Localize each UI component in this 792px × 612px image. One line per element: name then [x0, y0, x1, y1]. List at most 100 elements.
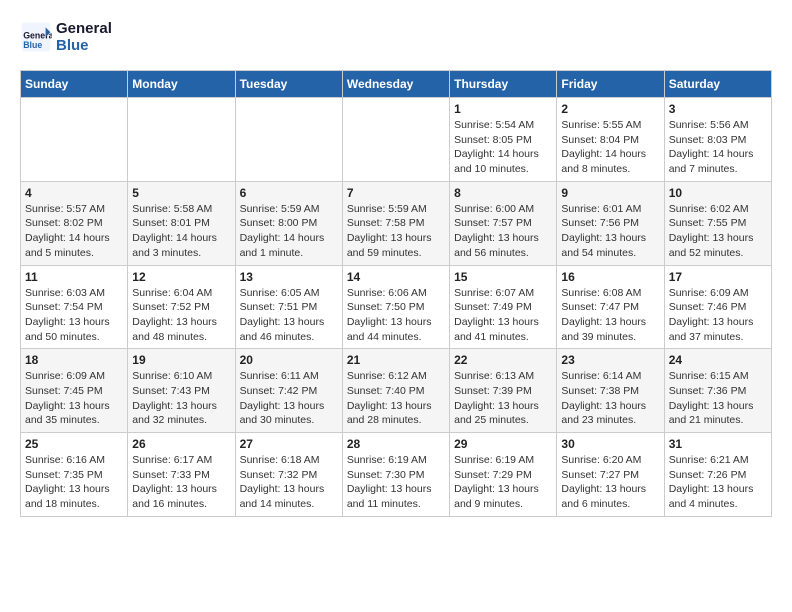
calendar-week-5: 25 Sunrise: 6:16 AM Sunset: 7:35 PM Dayli… [21, 433, 772, 517]
day-number: 30 [561, 437, 659, 451]
day-number: 14 [347, 270, 445, 284]
day-info: Sunrise: 6:01 AM Sunset: 7:56 PM Dayligh… [561, 202, 659, 261]
day-info: Sunrise: 5:57 AM Sunset: 8:02 PM Dayligh… [25, 202, 123, 261]
day-info: Sunrise: 6:18 AM Sunset: 7:32 PM Dayligh… [240, 453, 338, 512]
calendar-cell: 19Sunrise: 6:10 AM Sunset: 7:43 PM Dayli… [128, 349, 235, 433]
day-info: Sunrise: 6:05 AM Sunset: 7:51 PM Dayligh… [240, 286, 338, 345]
svg-text:Blue: Blue [23, 40, 42, 50]
day-number: 15 [454, 270, 552, 284]
calendar-cell: 17Sunrise: 6:09 AM Sunset: 7:46 PM Dayli… [664, 265, 771, 349]
day-number: 25 [25, 437, 123, 451]
day-number: 5 [132, 186, 230, 200]
day-info: Sunrise: 6:16 AM Sunset: 7:35 PM Dayligh… [25, 453, 123, 512]
calendar-header-row: SundayMondayTuesdayWednesdayThursdayFrid… [21, 71, 772, 98]
calendar-cell [128, 98, 235, 182]
logo-general: General [56, 20, 112, 37]
day-info: Sunrise: 6:00 AM Sunset: 7:57 PM Dayligh… [454, 202, 552, 261]
day-number: 21 [347, 353, 445, 367]
day-info: Sunrise: 5:54 AM Sunset: 8:05 PM Dayligh… [454, 118, 552, 177]
day-number: 28 [347, 437, 445, 451]
day-number: 7 [347, 186, 445, 200]
day-info: Sunrise: 6:19 AM Sunset: 7:30 PM Dayligh… [347, 453, 445, 512]
calendar-header-saturday: Saturday [664, 71, 771, 98]
logo: General Blue General Blue [20, 20, 112, 54]
day-number: 2 [561, 102, 659, 116]
calendar-cell: 2 Sunrise: 5:55 AM Sunset: 8:04 PM Daylig… [557, 98, 664, 182]
day-info: Sunrise: 6:08 AM Sunset: 7:47 PM Dayligh… [561, 286, 659, 345]
calendar-header-sunday: Sunday [21, 71, 128, 98]
calendar-header-thursday: Thursday [450, 71, 557, 98]
day-number: 10 [669, 186, 767, 200]
calendar-header-monday: Monday [128, 71, 235, 98]
calendar-header-wednesday: Wednesday [342, 71, 449, 98]
calendar-cell: 29Sunrise: 6:19 AM Sunset: 7:29 PM Dayli… [450, 433, 557, 517]
calendar-cell: 6Sunrise: 5:59 AM Sunset: 8:00 PM Daylig… [235, 181, 342, 265]
calendar-cell: 10 Sunrise: 6:02 AM Sunset: 7:55 PM Dayli… [664, 181, 771, 265]
day-number: 31 [669, 437, 767, 451]
day-info: Sunrise: 6:11 AM Sunset: 7:42 PM Dayligh… [240, 369, 338, 428]
day-number: 3 [669, 102, 767, 116]
calendar-cell: 1 Sunrise: 5:54 AM Sunset: 8:05 PM Daylig… [450, 98, 557, 182]
calendar-week-4: 18Sunrise: 6:09 AM Sunset: 7:45 PM Dayli… [21, 349, 772, 433]
calendar-cell: 30 Sunrise: 6:20 AM Sunset: 7:27 PM Dayli… [557, 433, 664, 517]
day-info: Sunrise: 6:13 AM Sunset: 7:39 PM Dayligh… [454, 369, 552, 428]
calendar-cell: 15Sunrise: 6:07 AM Sunset: 7:49 PM Dayli… [450, 265, 557, 349]
day-info: Sunrise: 6:09 AM Sunset: 7:45 PM Dayligh… [25, 369, 123, 428]
day-info: Sunrise: 6:03 AM Sunset: 7:54 PM Dayligh… [25, 286, 123, 345]
calendar-cell: 31 Sunrise: 6:21 AM Sunset: 7:26 PM Dayli… [664, 433, 771, 517]
calendar-cell: 24 Sunrise: 6:15 AM Sunset: 7:36 PM Dayli… [664, 349, 771, 433]
calendar-cell: 12 Sunrise: 6:04 AM Sunset: 7:52 PM Dayli… [128, 265, 235, 349]
page-header: General Blue General Blue [20, 20, 772, 54]
calendar-cell: 7 Sunrise: 5:59 AM Sunset: 7:58 PM Daylig… [342, 181, 449, 265]
day-info: Sunrise: 5:56 AM Sunset: 8:03 PM Dayligh… [669, 118, 767, 177]
day-info: Sunrise: 6:04 AM Sunset: 7:52 PM Dayligh… [132, 286, 230, 345]
calendar-header-tuesday: Tuesday [235, 71, 342, 98]
calendar-week-3: 11 Sunrise: 6:03 AM Sunset: 7:54 PM Dayli… [21, 265, 772, 349]
calendar-cell: 11 Sunrise: 6:03 AM Sunset: 7:54 PM Dayli… [21, 265, 128, 349]
calendar-cell [342, 98, 449, 182]
calendar-cell: 26Sunrise: 6:17 AM Sunset: 7:33 PM Dayli… [128, 433, 235, 517]
day-info: Sunrise: 6:12 AM Sunset: 7:40 PM Dayligh… [347, 369, 445, 428]
calendar-table: SundayMondayTuesdayWednesdayThursdayFrid… [20, 70, 772, 517]
day-info: Sunrise: 6:20 AM Sunset: 7:27 PM Dayligh… [561, 453, 659, 512]
day-info: Sunrise: 6:14 AM Sunset: 7:38 PM Dayligh… [561, 369, 659, 428]
calendar-cell: 3 Sunrise: 5:56 AM Sunset: 8:03 PM Daylig… [664, 98, 771, 182]
day-info: Sunrise: 6:02 AM Sunset: 7:55 PM Dayligh… [669, 202, 767, 261]
calendar-cell: 27Sunrise: 6:18 AM Sunset: 7:32 PM Dayli… [235, 433, 342, 517]
calendar-week-2: 4 Sunrise: 5:57 AM Sunset: 8:02 PM Daylig… [21, 181, 772, 265]
calendar-week-1: 1 Sunrise: 5:54 AM Sunset: 8:05 PM Daylig… [21, 98, 772, 182]
day-info: Sunrise: 5:59 AM Sunset: 7:58 PM Dayligh… [347, 202, 445, 261]
day-number: 19 [132, 353, 230, 367]
day-number: 23 [561, 353, 659, 367]
day-number: 24 [669, 353, 767, 367]
logo-blue: Blue [56, 37, 89, 54]
day-number: 13 [240, 270, 338, 284]
calendar-cell: 22 Sunrise: 6:13 AM Sunset: 7:39 PM Dayli… [450, 349, 557, 433]
calendar-cell: 13 Sunrise: 6:05 AM Sunset: 7:51 PM Dayli… [235, 265, 342, 349]
day-number: 12 [132, 270, 230, 284]
logo-text-line1: General [56, 20, 112, 37]
day-info: Sunrise: 5:55 AM Sunset: 8:04 PM Dayligh… [561, 118, 659, 177]
calendar-cell: 28 Sunrise: 6:19 AM Sunset: 7:30 PM Dayli… [342, 433, 449, 517]
calendar-cell: 20 Sunrise: 6:11 AM Sunset: 7:42 PM Dayli… [235, 349, 342, 433]
day-info: Sunrise: 6:15 AM Sunset: 7:36 PM Dayligh… [669, 369, 767, 428]
calendar-cell: 4 Sunrise: 5:57 AM Sunset: 8:02 PM Daylig… [21, 181, 128, 265]
day-number: 9 [561, 186, 659, 200]
day-number: 20 [240, 353, 338, 367]
day-number: 29 [454, 437, 552, 451]
day-info: Sunrise: 5:59 AM Sunset: 8:00 PM Dayligh… [240, 202, 338, 261]
day-number: 26 [132, 437, 230, 451]
calendar-cell: 18Sunrise: 6:09 AM Sunset: 7:45 PM Dayli… [21, 349, 128, 433]
day-info: Sunrise: 5:58 AM Sunset: 8:01 PM Dayligh… [132, 202, 230, 261]
calendar-cell [21, 98, 128, 182]
calendar-cell: 21 Sunrise: 6:12 AM Sunset: 7:40 PM Dayli… [342, 349, 449, 433]
day-number: 11 [25, 270, 123, 284]
day-number: 4 [25, 186, 123, 200]
calendar-cell: 5 Sunrise: 5:58 AM Sunset: 8:01 PM Daylig… [128, 181, 235, 265]
logo-icon: General Blue [20, 21, 52, 53]
calendar-cell: 8Sunrise: 6:00 AM Sunset: 7:57 PM Daylig… [450, 181, 557, 265]
day-info: Sunrise: 6:21 AM Sunset: 7:26 PM Dayligh… [669, 453, 767, 512]
day-number: 22 [454, 353, 552, 367]
day-number: 16 [561, 270, 659, 284]
day-number: 1 [454, 102, 552, 116]
